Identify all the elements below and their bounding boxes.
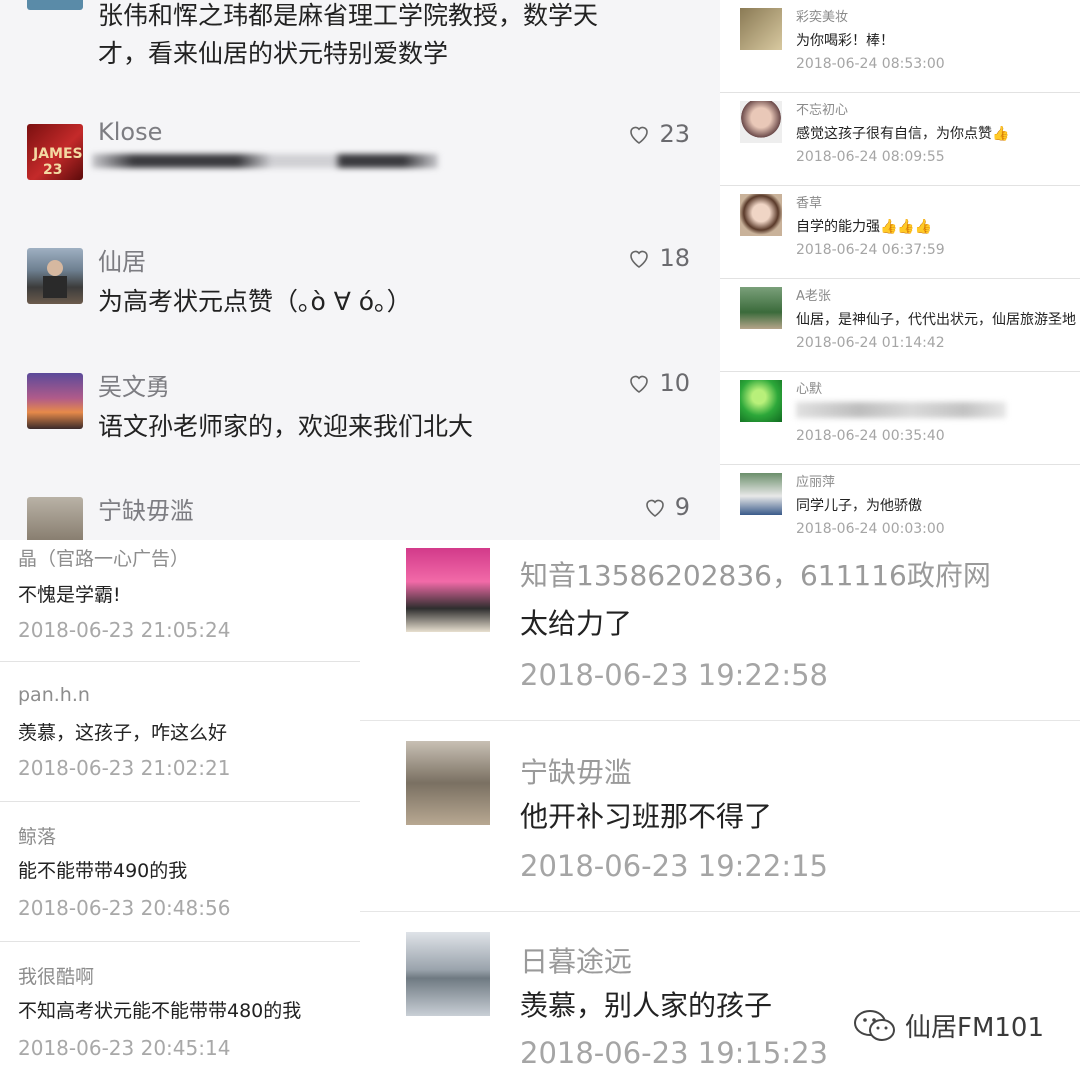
comment-author[interactable]: pan.h.n — [18, 684, 90, 706]
comment-item: 晶（官路一心广告） 不愧是学霸! 2018-06-23 21:05:24 — [0, 540, 360, 662]
comment-item: 知音13586202836，611116政府网 太给力了 2018-06-23 … — [360, 540, 1080, 721]
comment-text: 语文孙老师家的，欢迎来我们北大 — [98, 412, 474, 441]
comment-time: 2018-06-24 00:35:40 — [796, 428, 945, 444]
comment-text: 能不能带带490的我 — [18, 860, 188, 882]
avatar[interactable] — [406, 932, 490, 1016]
comment-text: 仙居，是神仙子，代代出状元，仙居旅游圣地 — [796, 312, 1076, 328]
avatar[interactable] — [740, 194, 782, 236]
comment-author[interactable]: 应丽萍 — [796, 471, 835, 490]
redacted-text — [92, 154, 438, 168]
comment-time: 2018-06-23 19:22:15 — [520, 849, 828, 883]
comment-text: 自学的能力强👍👍👍 — [796, 219, 933, 235]
avatar[interactable] — [406, 548, 490, 632]
comment-author[interactable]: 日暮途远 — [520, 940, 632, 980]
comment-text: 为高考状元点赞（｡ò ∀ ó｡） — [98, 287, 412, 316]
comment-time: 2018-06-23 21:05:24 — [18, 618, 231, 642]
comment-item: 香草 自学的能力强👍👍👍 2018-06-24 06:37:59 — [720, 186, 1080, 279]
comment-time: 2018-06-24 00:03:00 — [796, 521, 945, 537]
comment-author[interactable]: 鲸落 — [18, 822, 56, 849]
like-count: 23 — [659, 120, 690, 148]
comment-item: 心默 2018-06-24 00:35:40 — [720, 372, 1080, 465]
comment-author[interactable]: 吴文勇 — [98, 367, 170, 402]
like-button[interactable]: 18 — [627, 244, 690, 272]
avatar[interactable] — [740, 101, 782, 143]
comment-author[interactable]: 不忘初心 — [796, 99, 848, 118]
comment-author[interactable]: 知音13586202836，611116政府网 — [520, 554, 991, 594]
comments-panel-d: 知音13586202836，611116政府网 太给力了 2018-06-23 … — [360, 540, 1080, 1080]
heart-icon — [630, 375, 649, 393]
comment-author[interactable]: 彩奕美妆 — [796, 6, 848, 25]
comment-item: 宁缺毋滥 他开补习班那不得了 2018-06-23 19:22:15 — [360, 721, 1080, 912]
comment-time: 2018-06-23 20:48:56 — [18, 896, 231, 920]
avatar[interactable] — [740, 8, 782, 50]
comment-text: 他开补习班那不得了 — [520, 800, 773, 833]
avatar[interactable] — [740, 473, 782, 515]
avatar[interactable] — [27, 497, 83, 540]
comment-item: 日暮途远 羡慕，别人家的孩子 2018-06-23 19:15:23 — [360, 912, 1080, 1080]
comments-panel-c: 晶（官路一心广告） 不愧是学霸! 2018-06-23 21:05:24 pan… — [0, 540, 360, 1080]
comment-author[interactable]: Klose — [98, 118, 162, 146]
like-count: 10 — [659, 369, 690, 397]
like-button[interactable]: 23 — [627, 120, 690, 148]
heart-icon — [630, 250, 649, 268]
comment-time: 2018-06-23 19:15:23 — [520, 1036, 828, 1070]
avatar[interactable] — [740, 287, 782, 329]
like-count: 9 — [674, 493, 690, 521]
comment-time: 2018-06-24 06:37:59 — [796, 242, 945, 258]
comment-author[interactable]: 心默 — [796, 378, 822, 397]
wechat-icon — [853, 1009, 895, 1041]
like-count: 18 — [659, 244, 690, 272]
comment-text: 才，看来仙居的状元特别爱数学 — [98, 39, 449, 68]
comment-text: 为你喝彩！棒！ — [796, 33, 894, 49]
comment-time: 2018-06-24 08:53:00 — [796, 56, 945, 72]
comment-author[interactable]: 香草 — [796, 192, 822, 211]
avatar[interactable] — [27, 373, 83, 429]
comment-time: 2018-06-23 21:02:21 — [18, 756, 231, 780]
heart-icon — [630, 126, 649, 144]
redacted-text — [796, 402, 1006, 418]
comment-author[interactable]: 我很酷啊 — [18, 962, 94, 989]
heart-icon — [645, 499, 664, 517]
watermark-label: 仙居FM101 — [904, 1013, 1044, 1043]
comment-author[interactable]: 宁缺毋滥 — [98, 491, 194, 526]
svg-text:JAMES: JAMES — [32, 146, 83, 162]
avatar[interactable] — [740, 380, 782, 422]
comment-text: 羡慕，别人家的孩子 — [520, 989, 773, 1022]
comment-author[interactable]: 晶（官路一心广告） — [18, 544, 189, 571]
comment-time: 2018-06-23 19:22:58 — [520, 658, 828, 692]
comment-item: pan.h.n 羡慕，这孩子，咋这么好 2018-06-23 21:02:21 — [0, 662, 360, 802]
watermark: 仙居FM101 — [853, 1007, 1044, 1044]
comment-text: 不愧是学霸! — [18, 584, 121, 606]
comment-item: 我很酷啊 不知高考状元能不能带带480的我 2018-06-23 20:45:1… — [0, 942, 360, 1080]
comment-item: 不忘初心 感觉这孩子很有自信，为你点赞👍 2018-06-24 08:09:55 — [720, 93, 1080, 186]
comment-text: 太给力了 — [520, 607, 633, 640]
comment-text: 同学儿子，为他骄傲 — [796, 498, 922, 514]
avatar[interactable] — [27, 248, 83, 304]
comment-author[interactable]: 宁缺毋滥 — [520, 751, 632, 791]
comment-item: A老张 仙居，是神仙子，代代出状元，仙居旅游圣地 2018-06-24 01:1… — [720, 279, 1080, 372]
avatar[interactable] — [406, 741, 490, 825]
comments-panel-b: 彩奕美妆 为你喝彩！棒！ 2018-06-24 08:53:00 不忘初心 感觉… — [720, 0, 1080, 540]
comment-item: 彩奕美妆 为你喝彩！棒！ 2018-06-24 08:53:00 — [720, 0, 1080, 93]
svg-text:23: 23 — [43, 162, 62, 178]
comments-panel-a: 张伟和恽之玮都是麻省理工学院教授，数学天 才，看来仙居的状元特别爱数学 JAME… — [0, 0, 720, 540]
comment-time: 2018-06-23 20:45:14 — [18, 1036, 231, 1060]
comment-author[interactable]: A老张 — [796, 285, 831, 304]
comment-author[interactable]: 仙居 — [98, 242, 146, 277]
like-button[interactable]: 9 — [643, 493, 690, 521]
comment-text: 感觉这孩子很有自信，为你点赞👍 — [796, 126, 1010, 142]
like-button[interactable]: 10 — [627, 369, 690, 397]
comment-time: 2018-06-24 08:09:55 — [796, 149, 945, 165]
comment-text: 不知高考状元能不能带带480的我 — [18, 1000, 302, 1022]
avatar[interactable]: JAMES 23 — [27, 124, 83, 180]
comment-time: 2018-06-24 01:14:42 — [796, 335, 945, 351]
avatar[interactable] — [27, 0, 83, 10]
comment-item: 应丽萍 同学儿子，为他骄傲 2018-06-24 00:03:00 — [720, 465, 1080, 540]
comment-item: 鲸落 能不能带带490的我 2018-06-23 20:48:56 — [0, 802, 360, 942]
comment-text: 羡慕，这孩子，咋这么好 — [18, 722, 228, 744]
comment-text: 张伟和恽之玮都是麻省理工学院教授，数学天 — [98, 1, 599, 30]
